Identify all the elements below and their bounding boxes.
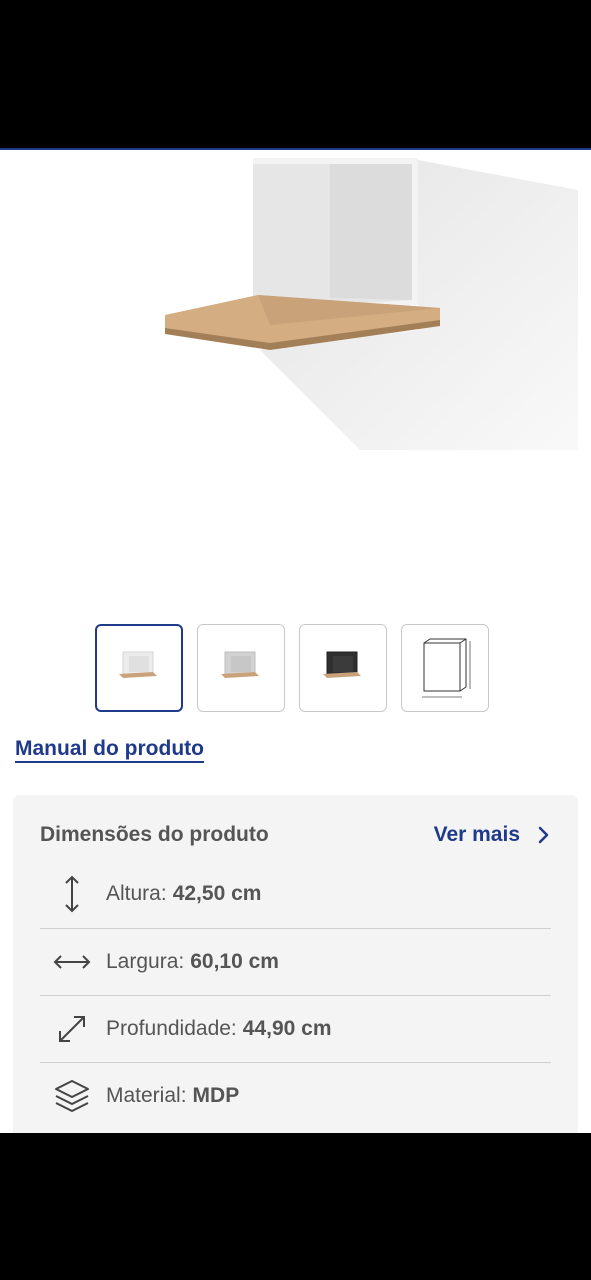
depth-value: 44,90 cm bbox=[242, 1017, 332, 1040]
height-value: 42,50 cm bbox=[172, 882, 262, 905]
diagonal-arrow-icon bbox=[59, 1016, 85, 1042]
depth-label: Profundidade: bbox=[106, 1017, 237, 1040]
see-more-button[interactable]: Ver mais bbox=[434, 823, 550, 847]
product-manual-link[interactable]: Manual do produto bbox=[15, 737, 204, 761]
chevron-right-icon bbox=[538, 826, 549, 844]
product-main-image[interactable] bbox=[0, 150, 578, 450]
product-dimensions-card: Dimensões do produto Ver mais Altura: 42… bbox=[13, 795, 578, 1133]
dimension-row-material: Material: MDP bbox=[40, 1063, 551, 1129]
see-more-label: Ver mais bbox=[433, 823, 520, 846]
thumb-gray-niche[interactable] bbox=[197, 624, 285, 712]
material-value: MDP bbox=[192, 1084, 240, 1107]
material-label: Material: bbox=[106, 1084, 187, 1107]
horizontal-arrow-icon bbox=[53, 955, 91, 969]
height-label: Altura: bbox=[106, 882, 167, 905]
thumb-dimensions-drawing[interactable] bbox=[401, 624, 489, 712]
thumbnail-strip bbox=[95, 624, 489, 712]
width-label: Largura: bbox=[106, 950, 185, 973]
vertical-arrow-icon bbox=[65, 875, 79, 913]
thumb-black-niche[interactable] bbox=[299, 624, 387, 712]
product-screen: Manual do produto Dimensões do produto V… bbox=[0, 148, 591, 1133]
dimensions-title: Dimensões do produto bbox=[40, 823, 269, 846]
dimension-row-width: Largura: 60,10 cm bbox=[40, 929, 551, 995]
dimension-row-depth: Profundidade: 44,90 cm bbox=[40, 996, 551, 1062]
dimension-row-height: Altura: 42,50 cm bbox=[40, 861, 551, 927]
layers-icon bbox=[55, 1080, 89, 1112]
thumb-white-niche[interactable] bbox=[95, 624, 183, 712]
width-value: 60,10 cm bbox=[190, 950, 279, 973]
